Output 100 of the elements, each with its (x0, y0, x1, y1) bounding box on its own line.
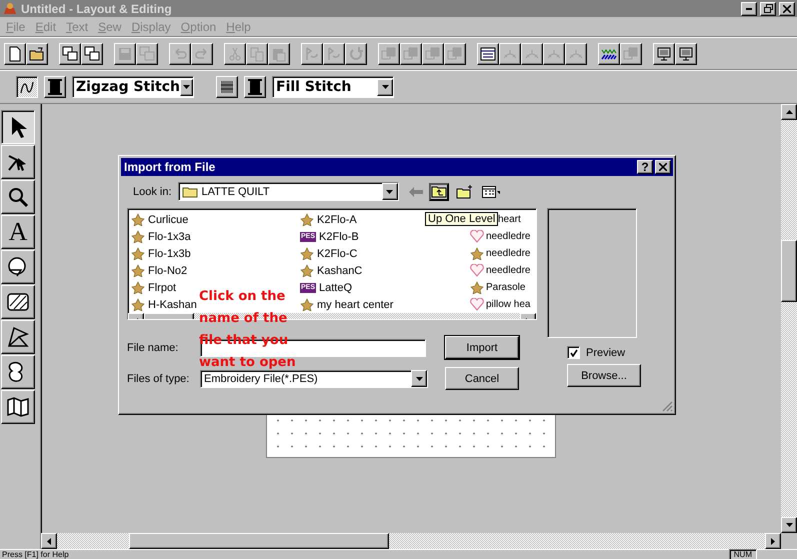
list-entry[interactable]: my heart center (300, 296, 394, 313)
check-icon (570, 348, 578, 356)
text-box-icon (480, 46, 496, 62)
look-in-label: Look in: (133, 186, 172, 198)
resize-grip-icon (662, 401, 673, 412)
list-entry[interactable]: Curlicue (131, 211, 188, 228)
list-entry[interactable]: needledre (470, 245, 530, 262)
file-type-dropdown[interactable]: Embroidery File(*.PES) (200, 370, 428, 388)
layers-icon (447, 46, 463, 62)
close-icon (659, 163, 667, 171)
checkbox[interactable] (567, 346, 580, 359)
stitch-type-dropdown[interactable]: Zigzag Stitch (72, 76, 194, 98)
list-entry[interactable]: K2Flo-A (300, 211, 357, 228)
design-thumbnail-icon (131, 298, 145, 311)
design-thumbnail-icon (300, 264, 314, 277)
new-folder-button[interactable] (454, 182, 475, 200)
status-text: Press [F1] for Help (1, 550, 70, 559)
page-icon (7, 46, 23, 62)
import-button[interactable]: Import (445, 336, 519, 359)
layers-icon (381, 46, 397, 62)
fill-stitch-button[interactable] (216, 76, 238, 98)
app-icon (2, 2, 18, 16)
list-entry[interactable]: Flo-1x3b (131, 245, 191, 262)
list-entry[interactable]: Flo-1x3a (131, 228, 191, 245)
toolbar-button[interactable] (59, 42, 81, 64)
browse-button[interactable]: Browse... (567, 364, 641, 387)
copy-icon (249, 46, 265, 62)
scroll-up-button[interactable] (781, 104, 797, 120)
dropdown-button[interactable] (377, 78, 393, 96)
minimize-icon (746, 8, 752, 10)
list-entry[interactable]: pillow hea (470, 296, 530, 313)
restore-icon (764, 4, 772, 13)
windows-icon (62, 46, 78, 62)
toolbar-button[interactable] (675, 42, 697, 64)
dropdown-button[interactable] (180, 78, 193, 96)
window-title: Untitled - Layout & Editing (21, 2, 173, 16)
close-button[interactable] (779, 2, 795, 16)
folded-map-icon (6, 395, 30, 419)
horizontal-scrollbar[interactable] (41, 533, 797, 549)
list-entry[interactable]: K2Flo-C (300, 245, 358, 262)
search-icon (6, 185, 30, 209)
list-entry[interactable]: KashanC (300, 262, 362, 279)
spool-icon (48, 79, 62, 95)
scroll-left-button[interactable] (41, 533, 57, 549)
toolbar-button[interactable] (4, 42, 26, 64)
spool-icon (248, 79, 262, 95)
design-thumbnail-icon (300, 213, 314, 226)
thread-color-button[interactable] (44, 76, 66, 98)
heart-icon (470, 230, 484, 243)
scroll-thumb[interactable] (781, 240, 797, 302)
toolbar-button[interactable] (26, 42, 48, 64)
layers-icon (403, 46, 419, 62)
folder-icon (29, 46, 45, 62)
down-arrow-icon (382, 85, 388, 89)
minimize-button[interactable] (741, 2, 757, 16)
num-lock-indicator: NUM (728, 549, 757, 559)
text-tool-button[interactable]: A (1, 215, 35, 249)
list-entry[interactable]: needledre (470, 262, 530, 279)
toolbar-button[interactable] (477, 42, 499, 64)
list-entry[interactable]: needledre (470, 228, 530, 245)
list-entry[interactable]: Flo-No2 (131, 262, 188, 279)
look-in-dropdown[interactable]: LATTE QUILT (178, 182, 399, 201)
folder-icon (182, 186, 198, 198)
polygon-icon (6, 325, 30, 349)
stitch-type-dropdown[interactable]: Fill Stitch (272, 76, 394, 98)
scroll-down-button[interactable] (781, 517, 797, 533)
dropdown-button[interactable] (382, 183, 398, 200)
list-entry[interactable]: Parasole (470, 279, 526, 296)
list-view-icon (482, 186, 500, 198)
rotate-icon (348, 46, 364, 62)
line-stitch-button[interactable] (16, 76, 38, 98)
preview-checkbox[interactable]: Preview (567, 346, 626, 359)
restore-button[interactable] (760, 2, 776, 16)
close-button[interactable] (655, 160, 671, 174)
list-entry[interactable]: Flrpot (131, 279, 176, 296)
down-arrow-icon (183, 85, 190, 89)
tool-button[interactable] (1, 110, 35, 144)
help-button[interactable]: ? (637, 160, 653, 174)
file-name-label: File name: (127, 342, 180, 354)
dropdown-button[interactable] (411, 370, 427, 387)
scroll-thumb[interactable] (129, 533, 389, 549)
vertical-scrollbar[interactable] (781, 104, 797, 533)
design-thumbnail-icon (131, 281, 145, 294)
tooltip: Up One Level (425, 212, 498, 226)
layers-icon (425, 46, 441, 62)
layers-icon (623, 46, 639, 62)
close-icon (783, 4, 791, 12)
heart-icon (470, 298, 484, 311)
new-folder-icon (456, 184, 474, 198)
thread-color-button[interactable] (244, 76, 266, 98)
toolbar-button[interactable] (81, 42, 103, 64)
toolbar-button[interactable] (598, 42, 620, 64)
up-one-level-button[interactable] (428, 182, 449, 200)
toolbar-button[interactable] (653, 42, 675, 64)
down-arrow-icon (416, 376, 422, 380)
down-arrow-icon (386, 190, 394, 194)
list-entry[interactable]: H-Kashan (131, 296, 197, 313)
cancel-button[interactable]: Cancel (445, 367, 519, 390)
monitor-icon (678, 46, 694, 62)
scroll-right-button[interactable] (765, 533, 781, 549)
